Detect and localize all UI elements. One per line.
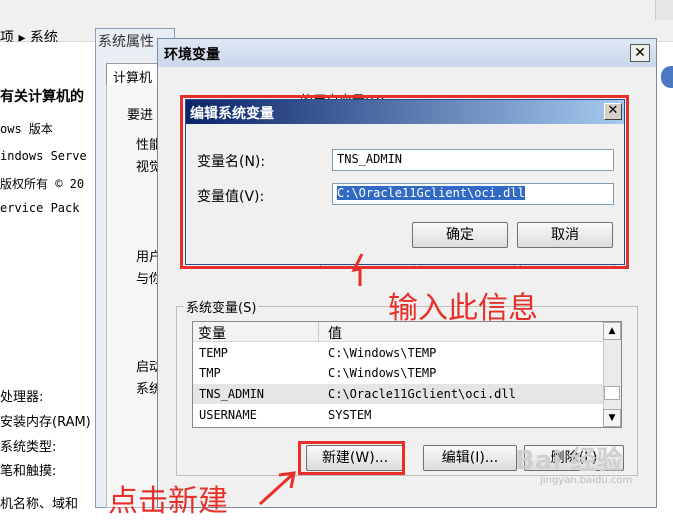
highlight-new-button <box>298 441 405 475</box>
annotation-click-new: 点击新建 <box>108 484 228 519</box>
pen-touch-label: 笔和触摸: <box>0 464 57 479</box>
table-row-selected[interactable]: TNS_ADMIN C:\Oracle11Gclient\oci.dll <box>193 384 603 404</box>
annotation-enter-info: 输入此信息 <box>388 291 538 326</box>
row-value: SYSTEM <box>328 408 372 422</box>
row-value: C:\Oracle11Gclient\oci.dll <box>328 387 516 401</box>
close-icon[interactable]: ✕ <box>630 44 650 62</box>
windows-edition-label: ows 版本 <box>0 122 53 136</box>
row-name: TEMP <box>199 346 228 360</box>
help-icon[interactable] <box>661 66 673 88</box>
scroll-down-icon[interactable]: ▼ <box>603 409 621 427</box>
annotation-arrow-up-icon <box>351 253 364 286</box>
system-properties-title: 系统属性 <box>98 34 154 50</box>
env-title: 环境变量 <box>164 47 220 63</box>
row-value: C:\Windows\TEMP <box>328 366 437 380</box>
table-row[interactable]: TEMP C:\Windows\TEMP <box>193 343 603 363</box>
column-divider[interactable] <box>318 322 319 342</box>
processor-label: 处理器: <box>0 390 44 405</box>
scroll-thumb[interactable] <box>604 386 620 400</box>
ram-label: 安装内存(RAM) <box>0 415 91 430</box>
column-header-value[interactable]: 值 <box>328 323 342 343</box>
env-titlebar[interactable] <box>158 39 656 67</box>
annotation-arrow-new-icon <box>258 471 296 506</box>
highlight-edit-dialog <box>180 95 629 269</box>
row-name: TMP <box>199 366 221 380</box>
watermark-url: jingyan.baidu.com <box>540 475 633 486</box>
copyright-text: 版权所有 © 20 <box>0 177 85 191</box>
edit-button[interactable]: 编辑(I)... <box>423 445 517 471</box>
about-title: 有关计算机的 <box>0 89 84 105</box>
scroll-up-icon[interactable]: ▲ <box>603 322 621 340</box>
row-value: C:\Windows\TEMP <box>328 346 437 360</box>
table-row[interactable]: USERNAME SYSTEM <box>193 405 603 425</box>
watermark-logo: Bai 经验 <box>515 446 623 476</box>
computer-name-label: 机名称、域和 <box>0 497 79 512</box>
service-pack-text: ervice Pack <box>0 201 80 215</box>
row-name: USERNAME <box>199 408 257 422</box>
column-header-name[interactable]: 变量 <box>198 323 226 343</box>
system-variables-label: 系统变量(S) <box>184 297 259 316</box>
system-type-label: 系统类型: <box>0 440 57 455</box>
advanced-text: 要进 <box>127 108 154 123</box>
window-scroll-corner <box>655 0 673 20</box>
table-row[interactable]: TMP C:\Windows\TEMP <box>193 363 603 383</box>
row-name: TNS_ADMIN <box>199 387 265 401</box>
windows-edition-value: indows Serve <box>0 149 87 163</box>
